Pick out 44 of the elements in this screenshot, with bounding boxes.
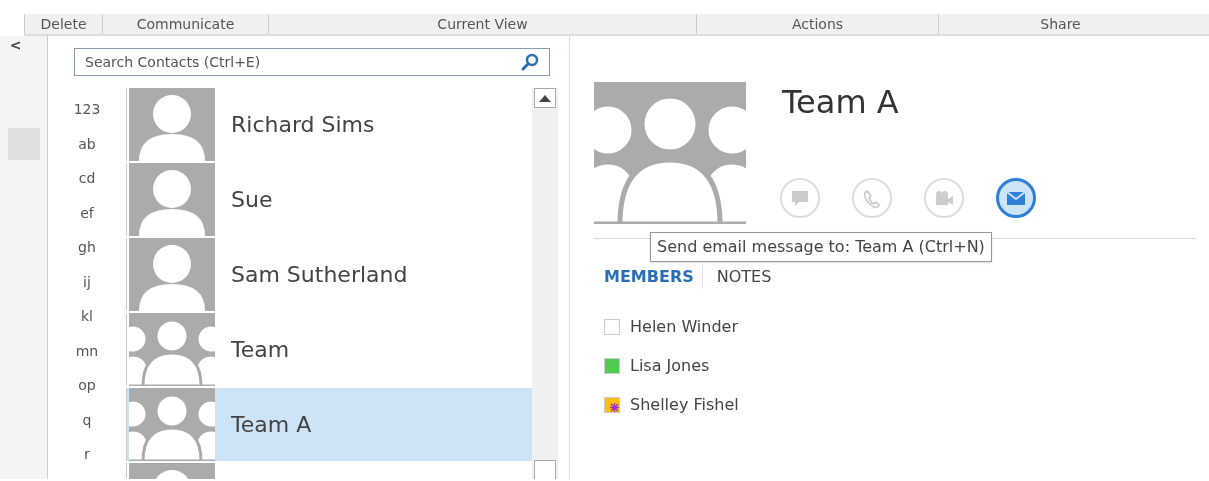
index-letter[interactable]: ef xyxy=(80,195,94,230)
index-letter[interactable]: ij xyxy=(83,264,91,299)
ribbon-group-label: Delete xyxy=(40,14,87,34)
contact-name: Sue xyxy=(231,186,273,214)
search-field[interactable]: Search Contacts (Ctrl+E) xyxy=(74,48,550,76)
contact-name: Richard Sims xyxy=(231,111,375,139)
search-icon[interactable] xyxy=(520,52,540,72)
index-letter[interactable]: op xyxy=(78,368,96,403)
phone-icon xyxy=(863,188,881,208)
ribbon-group-label: Share xyxy=(1040,14,1081,34)
collapse-button[interactable]: < xyxy=(9,38,22,52)
index-letter[interactable]: ab xyxy=(78,126,96,161)
index-letter[interactable]: 123 xyxy=(73,92,101,127)
contact-name: Sam Sutherland xyxy=(231,261,408,289)
index-letter[interactable]: mn xyxy=(75,333,99,368)
index-letter[interactable]: kl xyxy=(81,299,93,334)
chat-button[interactable] xyxy=(780,178,820,218)
asterisk-icon xyxy=(610,403,619,412)
detail-tab[interactable]: NOTES xyxy=(701,265,772,289)
chat-icon xyxy=(791,189,809,207)
contact-name: Team A xyxy=(231,411,312,439)
email-icon xyxy=(1006,190,1026,206)
scroll-down-icon[interactable] xyxy=(534,460,556,479)
contact-title: Team A xyxy=(782,86,900,118)
tooltip: Send email message to: Team A (Ctrl+N) xyxy=(650,232,992,262)
index-letter[interactable]: q xyxy=(82,402,92,437)
phone-button[interactable] xyxy=(852,178,892,218)
ribbon-group-label: Current View xyxy=(437,14,528,34)
member-name[interactable]: Shelley Fishel xyxy=(630,393,739,417)
member-name[interactable]: Helen Winder xyxy=(630,315,739,339)
member-name[interactable]: Lisa Jones xyxy=(630,354,710,378)
email-button[interactable] xyxy=(996,178,1036,218)
detail-tab[interactable]: MEMBERS xyxy=(604,265,702,289)
contact-name: Team xyxy=(231,336,290,364)
video-button[interactable] xyxy=(924,178,964,218)
index-letter[interactable]: r xyxy=(84,437,90,472)
contact-row[interactable]: Team A xyxy=(126,388,532,461)
scrollbar[interactable] xyxy=(532,88,558,479)
index-letter[interactable]: cd xyxy=(78,161,96,196)
index-letter[interactable]: gh xyxy=(78,230,96,265)
ribbon-group-label: Actions xyxy=(791,14,844,34)
scroll-up-icon[interactable] xyxy=(534,88,556,108)
video-icon xyxy=(934,190,954,206)
ribbon-group-label: Communicate xyxy=(136,14,235,34)
